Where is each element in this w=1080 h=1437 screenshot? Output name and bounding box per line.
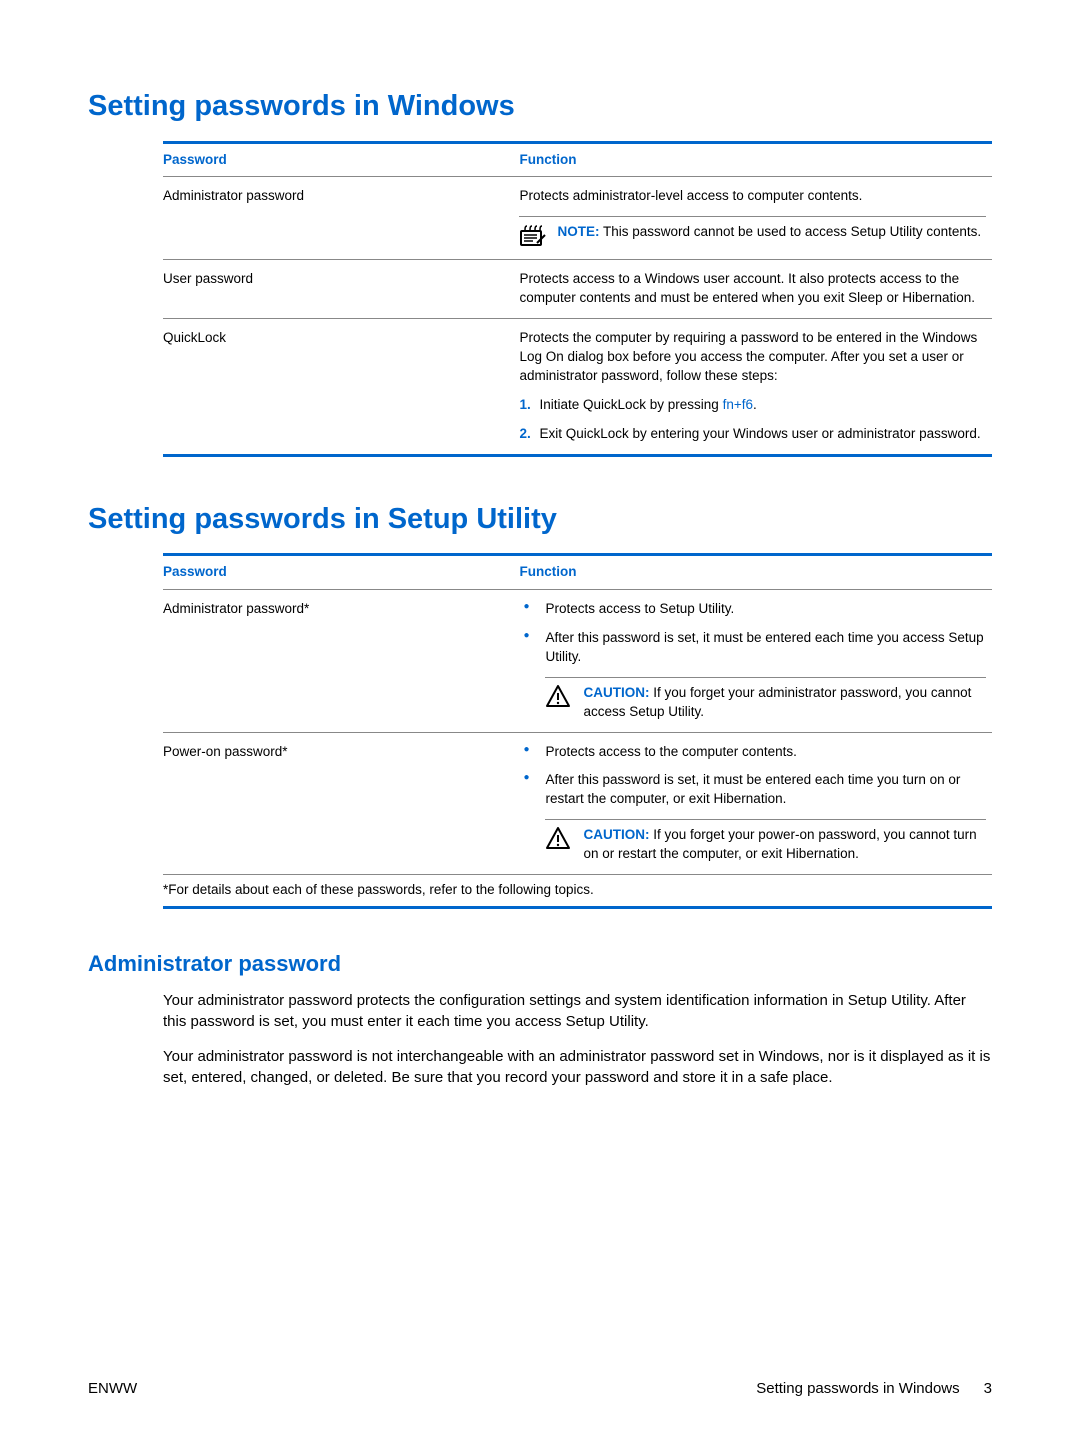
- heading-setup-utility-passwords: Setting passwords in Setup Utility: [88, 499, 992, 540]
- step-text-a: Initiate QuickLock by pressing: [539, 397, 722, 412]
- table-row: Power-on password* Protects access to th…: [163, 732, 992, 874]
- pw-function: Protects the computer by requiring a pas…: [519, 319, 992, 455]
- pw-name: Administrator password: [163, 177, 519, 260]
- footnote-text: *For details about each of these passwor…: [163, 875, 992, 908]
- document-page: Setting passwords in Windows Password Fu…: [0, 0, 1080, 1437]
- list-item: Protects access to the computer contents…: [519, 743, 986, 762]
- footer-section-title: Setting passwords in Windows: [756, 1378, 959, 1399]
- table-setup-utility-passwords: Password Function Administrator password…: [163, 553, 992, 909]
- list-item: After this password is set, it must be e…: [519, 629, 986, 667]
- page-footer: ENWW Setting passwords in Windows 3: [88, 1378, 992, 1399]
- heading-windows-passwords: Setting passwords in Windows: [88, 86, 992, 127]
- pw-desc: Protects administrator-level access to c…: [519, 187, 986, 206]
- body-paragraph: Your administrator password protects the…: [163, 990, 992, 1032]
- th-function: Function: [519, 555, 992, 590]
- th-function: Function: [519, 142, 992, 177]
- th-password: Password: [163, 142, 519, 177]
- pw-name: Administrator password*: [163, 590, 519, 732]
- table-footnote-row: *For details about each of these passwor…: [163, 875, 992, 908]
- table-windows-passwords: Password Function Administrator password…: [163, 141, 992, 457]
- bullet-list: Protects access to the computer contents…: [519, 743, 986, 810]
- note-box: NOTE: This password cannot be used to ac…: [519, 216, 986, 249]
- step-text: Initiate QuickLock by pressing fn+f6.: [539, 396, 986, 415]
- th-password: Password: [163, 555, 519, 590]
- heading-admin-password: Administrator password: [88, 949, 992, 980]
- step-text-b: .: [753, 397, 757, 412]
- step-num: 1.: [519, 396, 539, 415]
- caution-content: CAUTION: If you forget your administrato…: [583, 684, 986, 722]
- pw-function: Protects administrator-level access to c…: [519, 177, 992, 260]
- step-text: Exit QuickLock by entering your Windows …: [539, 425, 986, 444]
- table-row: Administrator password Protects administ…: [163, 177, 992, 260]
- note-icon: [519, 223, 547, 249]
- pw-name: Power-on password*: [163, 732, 519, 874]
- pw-name: QuickLock: [163, 319, 519, 455]
- footer-right: Setting passwords in Windows 3: [756, 1378, 992, 1399]
- quicklock-steps: 1. Initiate QuickLock by pressing fn+f6.…: [519, 396, 986, 444]
- list-item: 1. Initiate QuickLock by pressing fn+f6.: [519, 396, 986, 415]
- caution-label: CAUTION:: [583, 827, 649, 842]
- pw-function: Protects access to the computer contents…: [519, 732, 992, 874]
- caution-icon: [545, 684, 573, 708]
- caution-box: CAUTION: If you forget your administrato…: [545, 677, 986, 722]
- footer-left: ENWW: [88, 1378, 137, 1399]
- caution-box: CAUTION: If you forget your power-on pas…: [545, 819, 986, 864]
- pw-desc: Protects the computer by requiring a pas…: [519, 329, 986, 386]
- table-row: QuickLock Protects the computer by requi…: [163, 319, 992, 455]
- pw-desc: Protects access to a Windows user accoun…: [519, 260, 992, 319]
- caution-icon: [545, 826, 573, 850]
- list-item: After this password is set, it must be e…: [519, 771, 986, 809]
- caution-content: CAUTION: If you forget your power-on pas…: [583, 826, 986, 864]
- step-num: 2.: [519, 425, 539, 444]
- caution-label: CAUTION:: [583, 685, 649, 700]
- list-item: 2. Exit QuickLock by entering your Windo…: [519, 425, 986, 444]
- list-item: Protects access to Setup Utility.: [519, 600, 986, 619]
- note-text: This password cannot be used to access S…: [603, 224, 981, 239]
- body-paragraph: Your administrator password is not inter…: [163, 1046, 992, 1088]
- table-row: Administrator password* Protects access …: [163, 590, 992, 732]
- key-combo: fn+f6: [723, 397, 753, 412]
- note-label: NOTE:: [557, 224, 599, 239]
- pw-function: Protects access to Setup Utility. After …: [519, 590, 992, 732]
- pw-name: User password: [163, 260, 519, 319]
- page-number: 3: [984, 1378, 992, 1399]
- bullet-list: Protects access to Setup Utility. After …: [519, 600, 986, 667]
- table-row: User password Protects access to a Windo…: [163, 260, 992, 319]
- note-content: NOTE: This password cannot be used to ac…: [557, 223, 981, 242]
